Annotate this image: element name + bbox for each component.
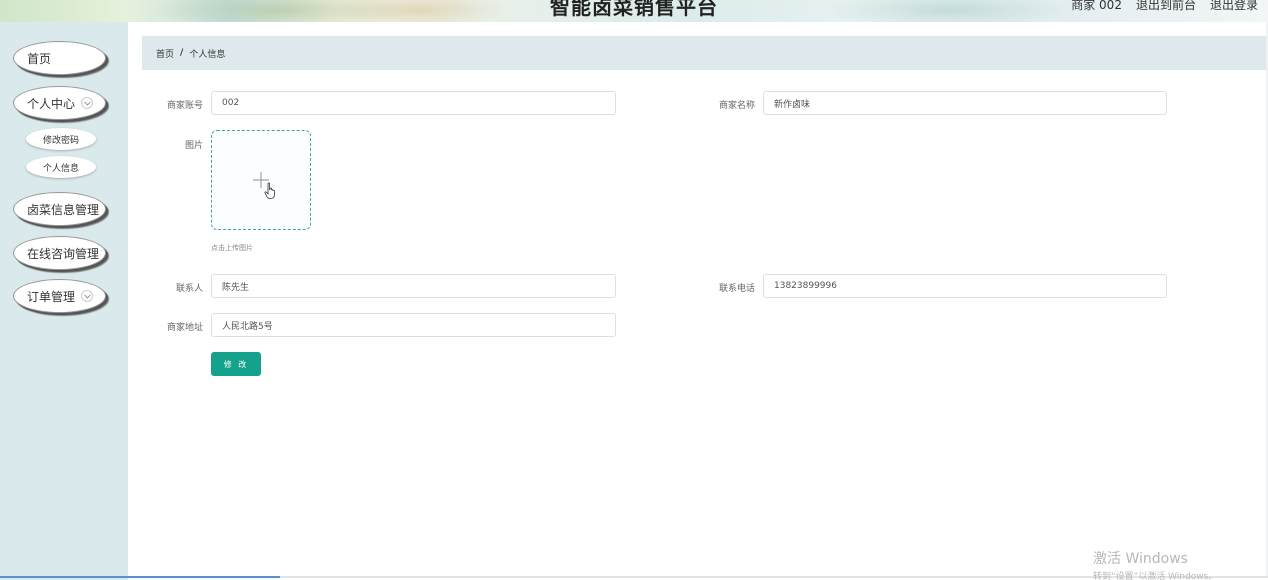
address-input[interactable]: 人民北路5号 <box>211 313 616 337</box>
sidebar-item-label: 订单管理 <box>27 289 76 304</box>
breadcrumb-home[interactable]: 首页 <box>156 47 174 60</box>
merchant-account: 商家 002 <box>1071 0 1122 12</box>
sidebar-item-order-management[interactable]: 订单管理 <box>13 279 106 313</box>
sidebar-item-consultation-management[interactable]: 在线咨询管理 <box>13 236 106 270</box>
sidebar-item-label: 个人中心 <box>27 96 76 111</box>
breadcrumb-current: 个人信息 <box>189 49 226 60</box>
sidebar-item-lucai-management[interactable]: 卤菜信息管理 <box>13 192 106 226</box>
sidebar-item-label: 首页 <box>27 51 52 66</box>
image-upload[interactable] <box>211 130 311 230</box>
loading-progress-bar <box>0 576 280 578</box>
sidebar-item-label: 在线咨询管理 <box>27 246 100 261</box>
breadcrumb: 首页 / 个人信息 <box>142 36 1268 70</box>
windows-activation-watermark: 激活 Windows 转到“设置”以激活 Windows。 <box>1093 548 1217 580</box>
image-label: 图片 <box>184 141 203 151</box>
watermark-line-1: 激活 Windows <box>1093 551 1188 567</box>
top-banner: 智能卤菜销售平台 商家 002 退出到前台 退出登录 <box>0 0 1268 22</box>
account-input[interactable]: 002 <box>211 91 616 115</box>
top-links: 商家 002 退出到前台 退出登录 <box>1071 0 1258 13</box>
back-to-front-link[interactable]: 退出到前台 <box>1136 0 1196 13</box>
address-label: 商家地址 <box>166 323 203 333</box>
sidebar-subitem-label: 个人信息 <box>42 163 79 174</box>
sidebar-subitem-personal-info[interactable]: 个人信息 <box>26 156 96 178</box>
sidebar-item-personal-center[interactable]: 个人中心 <box>13 86 106 120</box>
upload-hint: 点击上传图片 <box>211 244 253 252</box>
chevron-down-icon <box>81 97 93 109</box>
logout-link[interactable]: 退出登录 <box>1210 0 1258 13</box>
submit-button[interactable]: 修 改 <box>211 352 261 376</box>
name-label: 商家名称 <box>718 101 755 111</box>
contact-label: 联系人 <box>175 284 203 294</box>
account-label: 商家账号 <box>166 101 203 111</box>
sidebar-subitem-change-password[interactable]: 修改密码 <box>26 128 96 150</box>
contact-input[interactable]: 陈先生 <box>211 274 616 298</box>
chevron-down-icon <box>81 290 93 302</box>
sidebar-item-home[interactable]: 首页 <box>13 41 106 75</box>
hand-pointer-icon <box>264 182 275 199</box>
watermark-line-2: 转到“设置”以激活 Windows。 <box>1093 572 1218 580</box>
sidebar-item-label: 卤菜信息管理 <box>27 202 100 217</box>
sidebar-subitem-label: 修改密码 <box>42 135 79 146</box>
phone-label: 联系电话 <box>718 284 755 294</box>
name-input[interactable]: 新作卤味 <box>763 91 1167 115</box>
phone-input[interactable]: 13823899996 <box>763 274 1167 298</box>
breadcrumb-separator: / <box>180 48 184 58</box>
